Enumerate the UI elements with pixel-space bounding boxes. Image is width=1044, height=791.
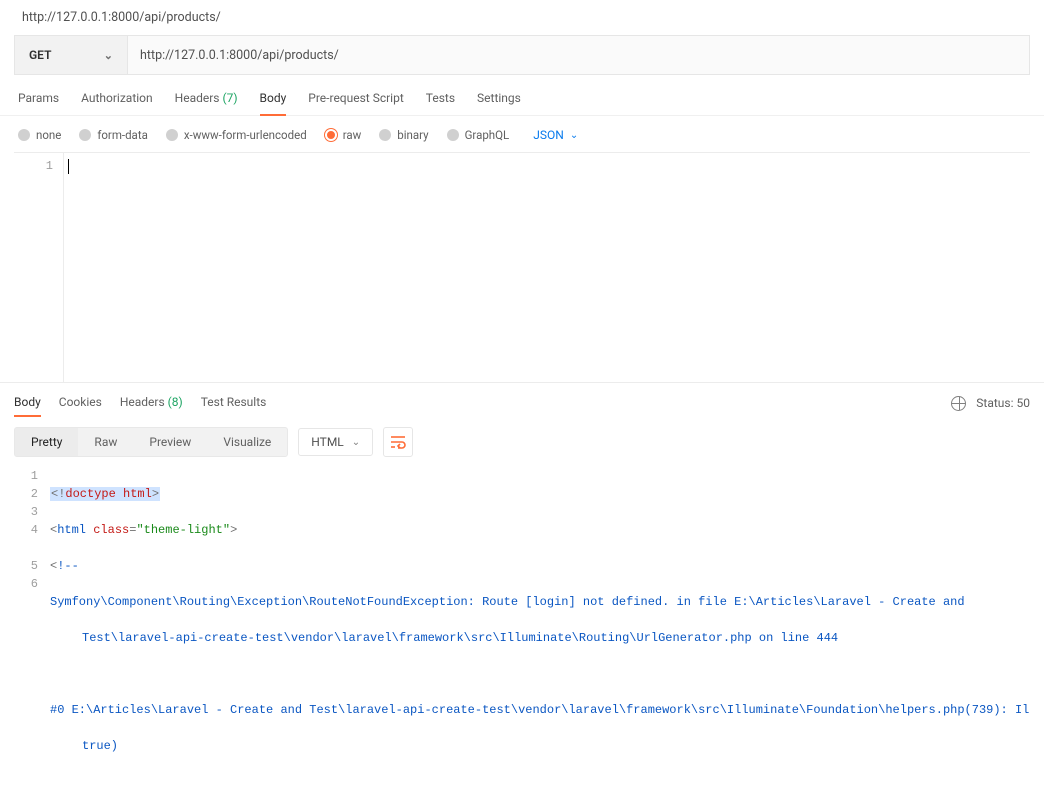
wrap-lines-button[interactable]	[383, 427, 413, 457]
response-lines: <!doctype html> <html class="theme-light…	[50, 467, 1044, 791]
body-type-row: none form-data x-www-form-urlencoded raw…	[0, 116, 1044, 152]
radio-icon	[379, 129, 391, 141]
resp-tab-cookies[interactable]: Cookies	[59, 389, 102, 417]
tab-tests[interactable]: Tests	[426, 91, 455, 115]
body-format-dropdown[interactable]: JSON ⌄	[533, 128, 578, 142]
response-gutter: 1 2 3 4 5 6	[14, 467, 50, 791]
body-type-form-data[interactable]: form-data	[79, 128, 147, 142]
response-body[interactable]: 1 2 3 4 5 6 <!doctype html> <html class=…	[0, 467, 1044, 791]
response-format-dropdown[interactable]: HTML ⌄	[298, 428, 373, 456]
body-type-raw[interactable]: raw	[325, 128, 362, 142]
request-row: GET ⌄ http://127.0.0.1:8000/api/products…	[14, 35, 1030, 75]
tab-headers[interactable]: Headers (7)	[175, 91, 238, 115]
globe-icon	[951, 396, 966, 411]
view-pretty[interactable]: Pretty	[15, 428, 78, 456]
radio-icon	[325, 129, 337, 141]
http-method-label: GET	[29, 48, 51, 62]
radio-icon	[18, 129, 30, 141]
chevron-down-icon: ⌄	[104, 49, 113, 62]
radio-icon	[79, 129, 91, 141]
response-format-label: HTML	[311, 435, 344, 449]
response-tabs: Body Cookies Headers (8) Test Results	[14, 389, 266, 417]
chevron-down-icon: ⌄	[570, 130, 578, 141]
url-input[interactable]: http://127.0.0.1:8000/api/products/	[128, 35, 1030, 75]
tab-title: http://127.0.0.1:8000/api/products/	[0, 0, 1044, 35]
tab-prerequest[interactable]: Pre-request Script	[308, 91, 403, 115]
text-caret	[68, 159, 69, 174]
tab-authorization[interactable]: Authorization	[81, 91, 153, 115]
body-type-graphql[interactable]: GraphQL	[447, 128, 510, 142]
radio-icon	[447, 129, 459, 141]
tab-body[interactable]: Body	[260, 91, 287, 115]
tab-settings[interactable]: Settings	[477, 91, 521, 115]
editor-gutter: 1	[14, 153, 64, 382]
request-body-editor[interactable]: 1	[14, 152, 1030, 382]
editor-content[interactable]	[64, 153, 1030, 382]
resp-tab-test-results[interactable]: Test Results	[201, 389, 267, 417]
view-preview[interactable]: Preview	[133, 428, 207, 456]
response-view-group: Pretty Raw Preview Visualize	[14, 427, 288, 457]
http-method-dropdown[interactable]: GET ⌄	[14, 35, 128, 75]
body-format-label: JSON	[533, 128, 564, 142]
body-type-binary[interactable]: binary	[379, 128, 428, 142]
response-toolbar: Pretty Raw Preview Visualize HTML ⌄	[0, 417, 1044, 467]
view-visualize[interactable]: Visualize	[207, 428, 287, 456]
resp-tab-body[interactable]: Body	[14, 389, 41, 417]
request-tabs: Params Authorization Headers (7) Body Pr…	[0, 75, 1044, 116]
chevron-down-icon: ⌄	[352, 437, 360, 448]
resp-tab-headers[interactable]: Headers (8)	[120, 389, 183, 417]
response-header-row: Body Cookies Headers (8) Test Results St…	[0, 382, 1044, 417]
body-type-none[interactable]: none	[18, 128, 61, 142]
url-text: http://127.0.0.1:8000/api/products/	[140, 48, 339, 63]
radio-icon	[166, 129, 178, 141]
view-raw[interactable]: Raw	[78, 428, 133, 456]
tab-params[interactable]: Params	[18, 91, 59, 115]
wrap-lines-icon	[390, 435, 406, 449]
body-type-xwww[interactable]: x-www-form-urlencoded	[166, 128, 307, 142]
response-status: Status: 50	[951, 396, 1030, 411]
